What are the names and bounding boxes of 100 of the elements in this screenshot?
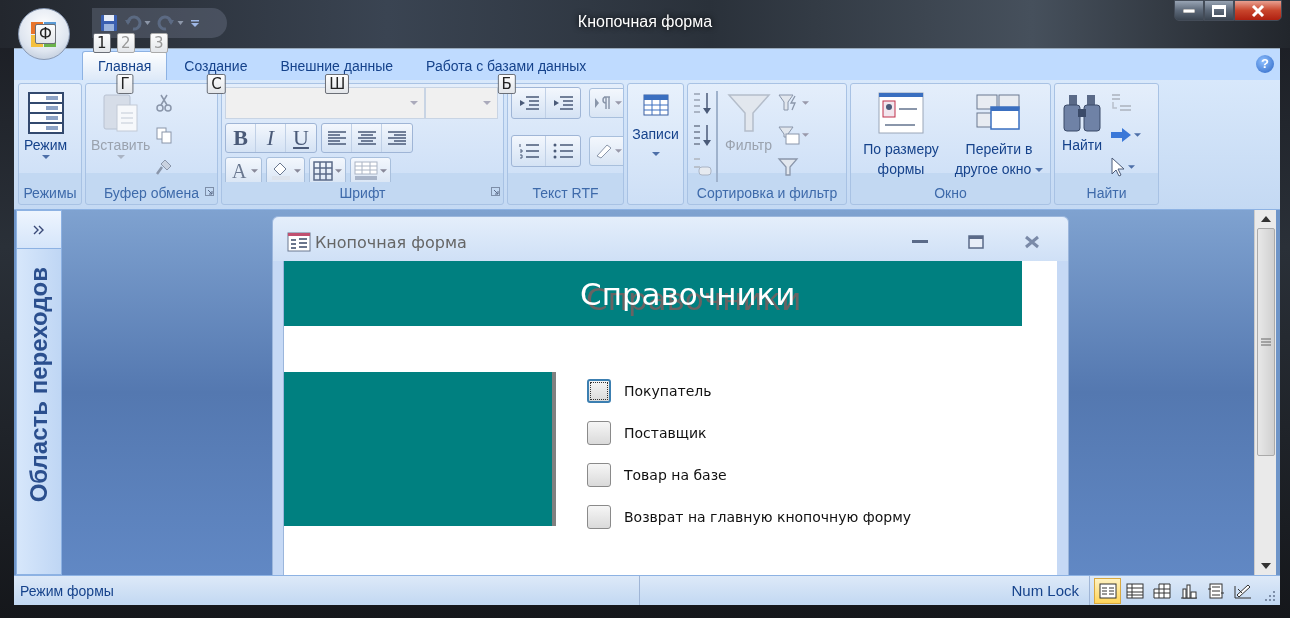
caret-icon (251, 169, 259, 173)
double-chevron-icon (33, 224, 45, 235)
form-icon (287, 232, 311, 252)
caret-icon (177, 21, 184, 25)
format-button[interactable]: I (256, 124, 286, 152)
pilcrow-arrow-icon (593, 95, 613, 111)
navigation-pane-title[interactable]: Область переходов (25, 267, 53, 503)
text-direction-button[interactable] (589, 88, 623, 118)
launcher-arrow-icon (491, 187, 500, 196)
alternate-row-color-button[interactable] (350, 157, 392, 182)
maximize-icon (968, 235, 984, 249)
form-view-button[interactable] (1094, 577, 1121, 604)
key-tip: Б (497, 74, 516, 94)
font-name-field[interactable] (225, 87, 425, 119)
undo-arrow-icon (124, 14, 142, 32)
caret-icon (615, 101, 622, 105)
close-icon (1251, 4, 1265, 17)
minimize-button[interactable] (1174, 0, 1204, 21)
group-label: Шрифт (339, 185, 386, 201)
key-tip: Ш (325, 74, 350, 94)
outdent-icon (517, 95, 540, 111)
key-tip: Ф (35, 24, 56, 44)
window-title: Кнопочная форма (577, 13, 713, 31)
caret-icon (294, 169, 302, 173)
expand-pane-button[interactable] (17, 211, 61, 249)
dialog-launcher-button[interactable] (491, 187, 500, 196)
caret-icon (651, 152, 660, 156)
caret-icon (1134, 133, 1141, 137)
clipboard-icon (100, 91, 141, 135)
paint-bucket-icon (270, 161, 293, 181)
switch-windows-button[interactable]: Перейти в другое окно (951, 87, 1047, 181)
vertical-scrollbar[interactable] (1254, 210, 1276, 575)
office-button[interactable]: Ф (18, 8, 70, 60)
bulleted-list-icon (552, 143, 574, 159)
gridlines-button[interactable] (309, 157, 347, 182)
menu-item-button[interactable] (587, 379, 611, 403)
sort-ascending-icon (691, 91, 713, 115)
key-tip: 1 (93, 33, 111, 53)
caret-icon (802, 101, 810, 105)
view-mode-button[interactable]: Режим (22, 87, 70, 181)
format-button[interactable]: B (226, 124, 256, 152)
caret-icon (380, 169, 388, 173)
redo-arrow-icon (157, 14, 175, 32)
align-lines-icon (387, 131, 407, 145)
menu-item-label: Товар на базе (624, 467, 727, 483)
layout-view-icon (1206, 582, 1225, 599)
pointer-icon (1110, 157, 1126, 177)
funnel-form-icon (778, 125, 801, 145)
up-arrow-icon (1260, 216, 1271, 222)
close-icon (1024, 235, 1040, 249)
table-icon (642, 94, 669, 116)
records-button[interactable]: Записи (630, 90, 681, 156)
maximize-icon (1212, 4, 1226, 17)
caret-icon (802, 133, 810, 137)
right-arrow-icon (1110, 127, 1132, 143)
caret-icon (615, 149, 622, 153)
font-color-button[interactable]: A (225, 157, 263, 182)
format-button[interactable]: U (286, 124, 316, 152)
form-view-icon (25, 91, 66, 135)
group-label: Текст RTF (532, 185, 599, 201)
fill-color-button[interactable] (266, 157, 306, 182)
key-tip: С (207, 74, 226, 94)
group-label: Окно (934, 185, 967, 201)
group-label: Режимы (23, 185, 77, 201)
customize-arrow-icon (190, 18, 200, 28)
maximize-button[interactable] (1204, 0, 1234, 21)
highlight-button[interactable] (589, 136, 623, 166)
caret-icon (410, 101, 418, 105)
key-tip: 2 (117, 33, 135, 53)
caret-icon (41, 155, 50, 159)
caret-icon (483, 101, 491, 105)
align-lines-icon (356, 131, 377, 145)
num-lock-indicator: Num Lock (1011, 582, 1079, 599)
grip-icon (1260, 338, 1271, 346)
resize-grip-icon (1264, 590, 1276, 602)
design-view-icon (1233, 582, 1252, 599)
size-to-fit-form-button[interactable]: По размеру формы (854, 87, 948, 181)
group-label: Найти (1086, 185, 1127, 201)
pivot-chart-icon (1179, 582, 1198, 599)
down-arrow-icon (1260, 563, 1271, 569)
numbered-list-icon (517, 143, 540, 159)
caret-icon (335, 169, 343, 173)
pivot-table-icon (1152, 582, 1171, 599)
sort-descending-icon (691, 123, 713, 147)
font-size-field[interactable] (425, 87, 498, 119)
indent-icon (552, 95, 574, 111)
group-label: Буфер обмена (103, 185, 200, 201)
caret-icon (144, 21, 151, 25)
grid-icon (313, 161, 334, 181)
caret-icon (1128, 165, 1135, 169)
align-lines-icon (326, 131, 347, 145)
close-button[interactable] (1234, 0, 1282, 21)
caret-icon (116, 155, 125, 159)
menu-item-label: Покупатель (624, 383, 712, 399)
launcher-arrow-icon (205, 187, 214, 196)
scroll-thumb[interactable] (1256, 228, 1275, 456)
form-view-icon (1098, 582, 1117, 599)
status-text: Режим формы (20, 576, 640, 605)
find-button[interactable]: Найти (1058, 87, 1106, 181)
dialog-launcher-button[interactable] (205, 187, 214, 196)
